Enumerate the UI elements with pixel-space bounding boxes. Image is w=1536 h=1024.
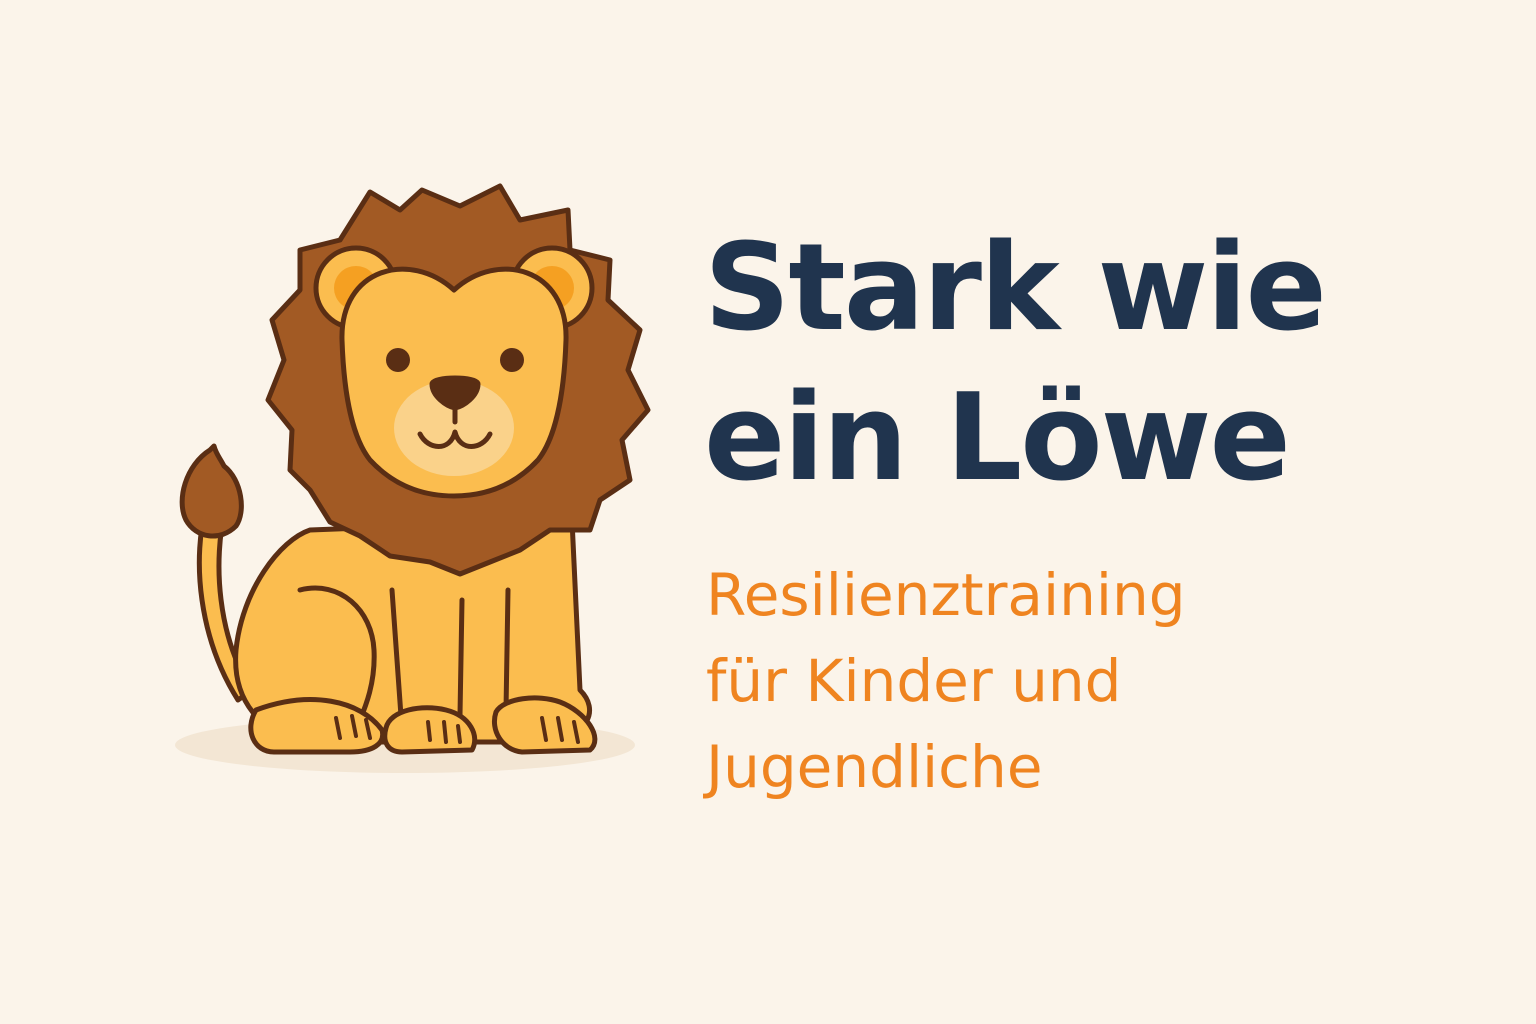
subline: Resilienztraining für Kinder und Jugendl… [706,552,1506,810]
headline-line-1: Stark wie [704,219,1327,358]
lion-icon [175,183,651,773]
subline-line-3: Jugendliche [706,733,1043,801]
headline-line-2: ein Löwe [704,369,1291,508]
headline: Stark wie ein Löwe [704,214,1504,514]
subline-line-2: für Kinder und [706,647,1122,715]
subline-line-1: Resilienztraining [706,561,1186,629]
logo-banner: Stark wie ein Löwe Resilienztraining für… [0,0,1536,1024]
